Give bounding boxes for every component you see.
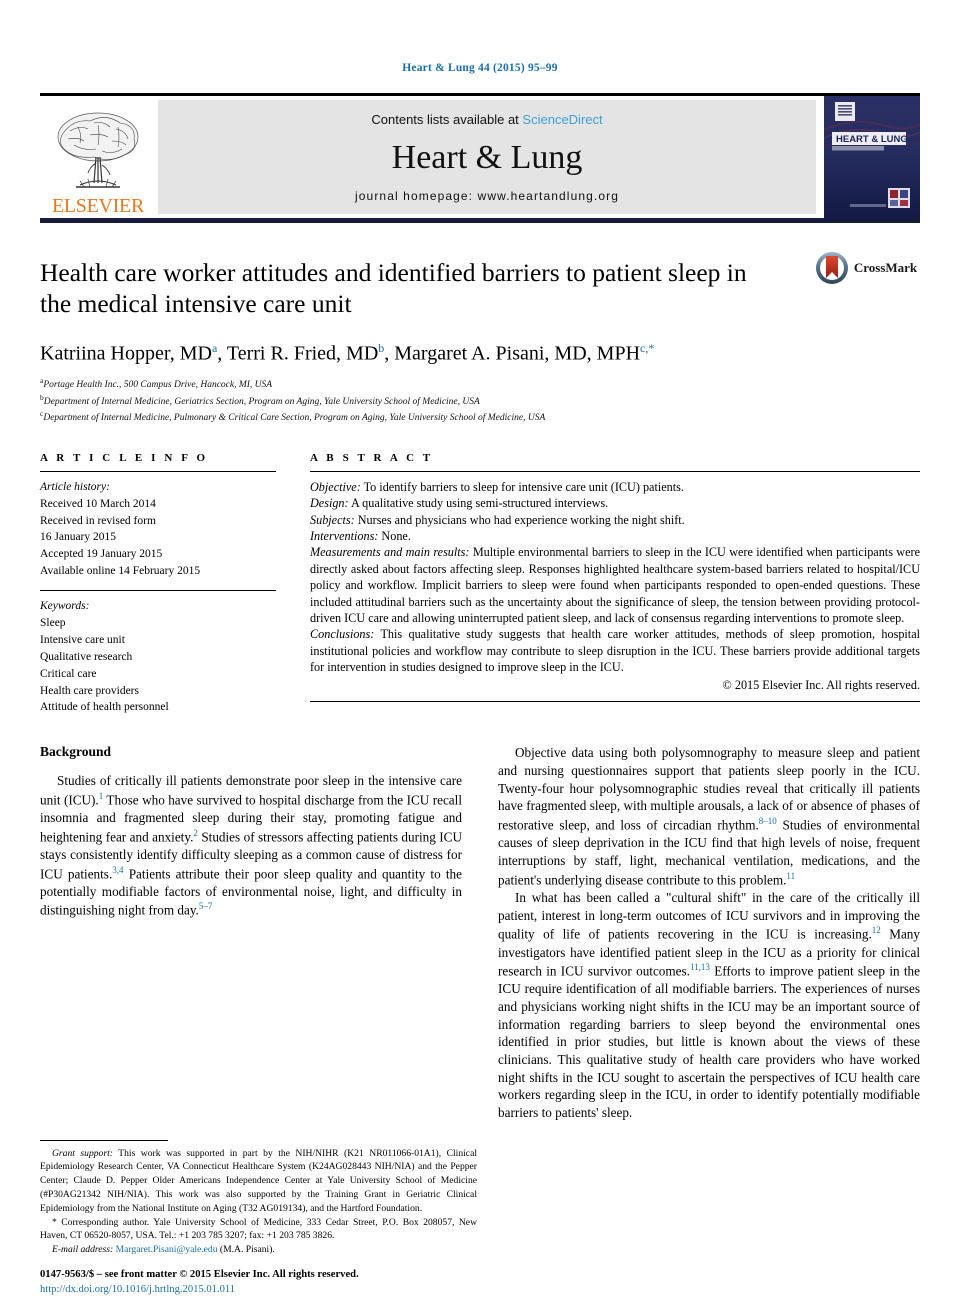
contents-available-line: Contents lists available at ScienceDirec… — [371, 112, 602, 127]
keywords-block: Keywords: Sleep Intensive care unit Qualit… — [40, 598, 276, 716]
article-page: Heart & Lung 44 (2015) 95–99 ELSEVIER Co… — [0, 0, 960, 1305]
abstract-section: Design: A qualitative study using semi-s… — [310, 495, 920, 511]
email-suffix: (M.A. Pisani). — [217, 1244, 275, 1256]
footnote-rule — [40, 1139, 168, 1141]
info-abstract-region: A R T I C L E I N F O Article history: R… — [40, 452, 920, 717]
abstract-section: Conclusions: This qualitative study sugg… — [310, 626, 920, 675]
keyword-item: Qualitative research — [40, 650, 133, 663]
abstract-heading: A B S T R A C T — [310, 451, 434, 464]
abstract-section-text: This qualitative study suggests that hea… — [310, 627, 920, 675]
abstract-section: Measurements and main results: Multiple … — [310, 544, 920, 626]
article-history-items: Received 10 March 2014 Received in revise… — [40, 496, 276, 580]
abstract-column: A B S T R A C T Objective: To identify b… — [310, 452, 920, 717]
author-affiliation-marker: b — [378, 341, 385, 356]
keyword-item: Attitude of health personnel — [40, 701, 169, 714]
body-paragraph: Objective data using both polysomnograph… — [498, 745, 920, 887]
abstract-section-text: None. — [378, 529, 411, 544]
abstract-end-rule — [310, 700, 920, 702]
author-name: Margaret A. Pisani, MD, MPH — [394, 342, 641, 365]
journal-cover-thumbnail: HEART & LUNG — [824, 96, 920, 218]
email-footnote: E-mail address: Margaret.Pisani@yale.edu… — [40, 1243, 477, 1257]
crossmark-badge[interactable]: CrossMark — [812, 251, 920, 285]
author-name: Terri R. Fried, MD — [226, 342, 379, 365]
author-affiliation-marker: c,* — [640, 341, 655, 356]
page-footer: 0147-9563/$ – see front matter © 2015 El… — [40, 1267, 477, 1297]
article-history-item: Received 10 March 2014 — [40, 497, 156, 510]
banner-bottom-rule — [40, 218, 920, 223]
page-title: Health care worker attitudes and identif… — [40, 258, 747, 319]
grant-support-footnote: Grant support: This work was supported i… — [40, 1147, 477, 1214]
journal-homepage-link[interactable]: journal homepage: www.heartandlung.org — [355, 189, 619, 203]
email-link[interactable]: Margaret.Pisani@yale.edu — [116, 1244, 218, 1255]
keywords-rule — [40, 590, 276, 592]
affiliation-item: bDepartment of Internal Medicine, Geriat… — [40, 392, 480, 407]
left-paragraphs: Studies of critically ill patients demon… — [40, 772, 462, 919]
journal-title: Heart & Lung — [391, 139, 583, 176]
keyword-item: Intensive care unit — [40, 633, 125, 646]
affiliation-item: aPortage Health Inc., 500 Campus Drive, … — [40, 375, 273, 391]
corresponding-author-footnote: * Corresponding author. Yale University … — [40, 1216, 477, 1242]
body-column-left: Background Studies of critically ill pat… — [40, 744, 462, 1122]
abstract-copyright: © 2015 Elsevier Inc. All rights reserved… — [722, 677, 920, 692]
abstract-section-label: Conclusions: — [310, 627, 375, 642]
abstract-rule — [310, 470, 920, 472]
elsevier-wordmark: ELSEVIER — [51, 195, 145, 217]
title-block: Health care worker attitudes and identif… — [40, 252, 920, 426]
issn-copyright-line: 0147-9563/$ – see front matter © 2015 El… — [40, 1268, 359, 1280]
affiliation-item: cDepartment of Internal Medicine, Pulmon… — [40, 409, 546, 424]
abstract-section-label: Subjects: — [310, 512, 355, 527]
abstract-section-label: Objective: — [310, 479, 361, 494]
section-heading-background: Background — [40, 744, 112, 760]
banner-center: Contents lists available at ScienceDirec… — [158, 100, 816, 214]
body-paragraph: In what has been called a "cultural shif… — [498, 890, 921, 1121]
article-history: Article history: Received 10 March 2014 R… — [40, 479, 276, 580]
cover-art: HEART & LUNG — [824, 96, 920, 218]
crossmark-label: CrossMark — [853, 260, 918, 275]
article-history-item: Available online 14 February 2015 — [40, 565, 201, 578]
abstract-section-text: Nurses and physicians who had experience… — [354, 512, 685, 527]
footnote-area: Grant support: This work was supported i… — [40, 1139, 477, 1258]
contents-prefix: Contents lists available at — [371, 112, 519, 127]
elsevier-tree-icon — [57, 112, 139, 188]
article-info-rule — [40, 470, 276, 472]
abstract-section-text: To identify barriers to sleep for intens… — [360, 479, 684, 494]
email-label: E-mail address: — [52, 1244, 114, 1256]
running-head: Heart & Lung 44 (2015) 95–99 — [402, 62, 558, 74]
article-info-heading: A R T I C L E I N F O — [40, 451, 209, 464]
crossmark-icon — [815, 252, 848, 284]
author-list: Katriina Hopper, MDa, Terri R. Fried, MD… — [40, 341, 655, 365]
journal-banner: ELSEVIER Contents lists available at Sci… — [40, 93, 920, 223]
article-info-column: A R T I C L E I N F O Article history: R… — [40, 452, 276, 717]
abstract-section-label: Design: — [310, 496, 349, 511]
elsevier-logo: ELSEVIER — [40, 96, 158, 218]
abstract-section: Subjects: Nurses and physicians who had … — [310, 512, 920, 528]
author-affiliation-marker: a — [211, 341, 218, 356]
abstract-section: Objective: To identify barriers to sleep… — [310, 479, 920, 495]
keywords-label: Keywords: — [40, 600, 90, 613]
keyword-item: Critical care — [40, 667, 97, 680]
affiliation-list: aPortage Health Inc., 500 Campus Drive, … — [40, 376, 920, 426]
keyword-items: Sleep Intensive care unit Qualitative rese… — [40, 615, 276, 716]
doi-link[interactable]: http://dx.doi.org/10.1016/j.hrtlng.2015.… — [40, 1282, 477, 1297]
abstract-section: Interventions: None. — [310, 528, 920, 544]
sciencedirect-link[interactable]: ScienceDirect — [522, 112, 602, 127]
abstract-section-label: Interventions: — [310, 529, 379, 544]
right-paragraphs: Objective data using both polysomnograph… — [498, 744, 920, 1121]
article-history-label: Article history: — [40, 480, 110, 493]
body-columns: Background Studies of critically ill pat… — [40, 744, 920, 1122]
abstract-section-text: A qualitative study using semi-structure… — [348, 496, 609, 511]
keyword-item: Health care providers — [40, 684, 139, 697]
abstract-body: Objective: To identify barriers to sleep… — [310, 479, 920, 676]
article-history-item: Received in revised form — [40, 514, 156, 527]
body-paragraph: Studies of critically ill patients demon… — [40, 773, 463, 918]
svg-text:HEART & LUNG: HEART & LUNG — [836, 134, 908, 145]
article-history-item: 16 January 2015 — [40, 531, 117, 544]
article-history-item: Accepted 19 January 2015 — [40, 548, 163, 561]
author-name: Katriina Hopper, MD — [40, 342, 212, 365]
abstract-section-label: Measurements and main results: — [310, 545, 470, 560]
body-column-right: Objective data using both polysomnograph… — [498, 744, 920, 1122]
keyword-item: Sleep — [40, 617, 66, 630]
